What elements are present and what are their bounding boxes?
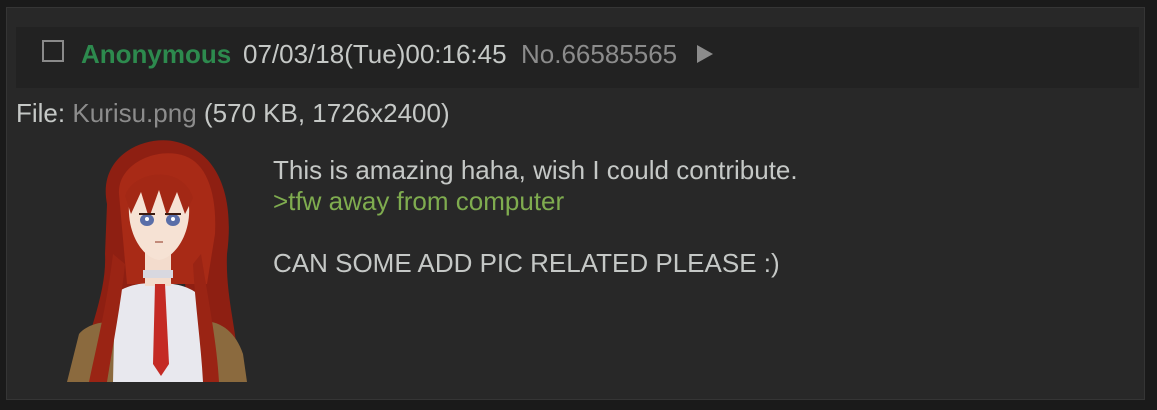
post-thumbnail[interactable] [67, 134, 247, 382]
greentext-line: >tfw away from computer [273, 186, 565, 216]
post-number-link[interactable]: No.66585565 [521, 39, 677, 70]
anime-character-thumbnail-image [67, 140, 247, 382]
post-message: This is amazing haha, wish I could contr… [273, 155, 798, 279]
checkbox-icon[interactable] [42, 40, 64, 62]
file-meta: (570 KB, 1726x2400) [203, 98, 450, 128]
post-header: Anonymous 07/03/18(Tue)00:16:45 No.66585… [16, 27, 1139, 88]
message-line: This is amazing haha, wish I could contr… [273, 155, 798, 185]
post-datetime: 07/03/18(Tue)00:16:45 [243, 39, 507, 69]
file-label: File: [16, 98, 66, 128]
menu-arrow-icon[interactable] [697, 45, 713, 63]
message-line: CAN SOME ADD PIC RELATED PLEASE :) [273, 248, 780, 278]
poster-name: Anonymous [81, 39, 232, 69]
file-link[interactable]: Kurisu.png [72, 98, 196, 128]
reply-post: Anonymous 07/03/18(Tue)00:16:45 No.66585… [6, 7, 1145, 400]
file-info: File: Kurisu.png (570 KB, 1726x2400) [16, 98, 450, 129]
